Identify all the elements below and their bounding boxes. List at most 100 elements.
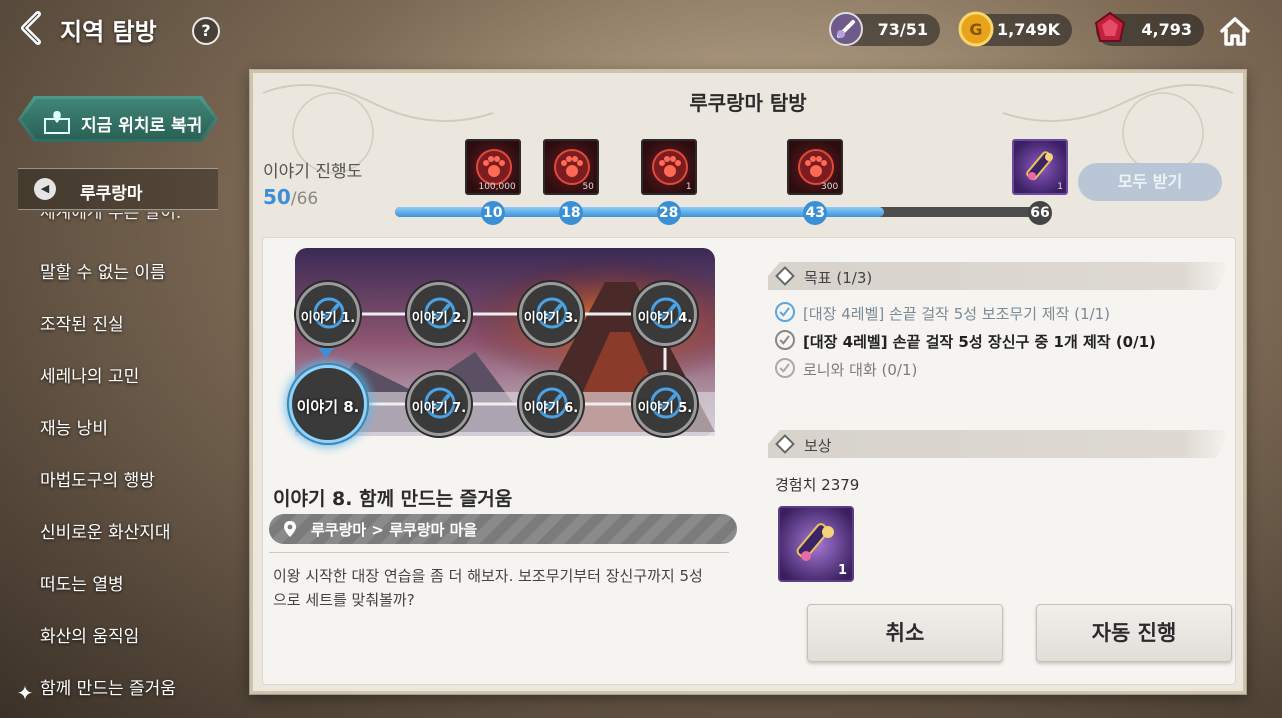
milestone-reward-box[interactable]: 100,000 [464, 139, 521, 195]
gold-coin-icon: G [958, 11, 994, 47]
objective-text: [대장 4레벨] 손끝 걸작 5성 장신구 중 1개 제작 (0/1) [803, 333, 1156, 351]
milestone-reward-box[interactable]: 50 [542, 139, 599, 195]
divider [269, 552, 729, 553]
milestone-marker: 43 [803, 201, 828, 225]
story-node[interactable]: 이야기 2. [407, 282, 471, 346]
objectives-header: 목표 (1/3) [768, 262, 1230, 290]
back-arrow-icon[interactable] [16, 10, 50, 46]
chapter-item[interactable]: 세레나의 고민 [40, 362, 139, 387]
chapter-item[interactable]: 세계에게 부른 말이. [40, 212, 181, 223]
milestone-reward-qty: 300 [821, 182, 839, 192]
rewards-header: 보상 [768, 430, 1230, 458]
svg-text:G: G [969, 20, 982, 39]
story-node[interactable]: 이야기 7. [407, 372, 471, 436]
current-node-arrow-icon [318, 348, 334, 358]
chapter-item[interactable]: 떠도는 열병 [40, 570, 124, 595]
region-back-icon[interactable]: ◀ [34, 178, 56, 200]
gem-value: 4,793 [1141, 20, 1192, 39]
paw-emblem-icon [475, 149, 512, 185]
paw-emblem-icon [798, 149, 835, 185]
chapter-item[interactable]: 화산의 움직임 [40, 622, 139, 647]
location-pin-icon [284, 521, 296, 537]
auto-progress-button[interactable]: 자동 진행 [1036, 604, 1232, 662]
return-to-location-button[interactable]: 지금 위치로 복귀 [18, 96, 218, 142]
reward-item-slot[interactable]: 1 [778, 506, 854, 582]
location-text: 루쿠랑마 > 루쿠랑마 마을 [311, 521, 478, 539]
panel-title: 루쿠랑마 탐방 [689, 91, 807, 115]
check-circle-icon [775, 358, 795, 378]
exp-reward-text: 경험치 2379 [775, 476, 860, 494]
chapter-item[interactable]: 조작된 진실 [40, 310, 124, 335]
story-node-label: 이야기 2. [411, 311, 467, 326]
story-node-label: 이야기 5. [637, 401, 693, 416]
gold-counter[interactable]: G 1,749K [958, 11, 1072, 47]
story-node-current[interactable]: 이야기 8. [289, 365, 367, 443]
objective-text: 로니와 대화 (0/1) [803, 361, 918, 379]
home-icon[interactable] [1218, 14, 1252, 48]
objectives-header-label: 목표 (1/3) [804, 269, 873, 287]
location-bar: 루쿠랑마 > 루쿠랑마 마을 [269, 514, 737, 544]
milestone-reward-box[interactable]: 1 [640, 139, 697, 195]
progress-current: 50 [263, 185, 291, 209]
story-node-label: 이야기 4. [637, 311, 693, 326]
objective-text: [대장 4레벨] 손끝 걸작 5성 보조무기 제작 (1/1) [803, 305, 1111, 323]
story-node[interactable]: 이야기 3. [519, 282, 583, 346]
return-button-label: 지금 위치로 복귀 [81, 116, 203, 136]
story-node[interactable]: 이야기 6. [519, 372, 583, 436]
milestone-reward-box[interactable]: 1 [1012, 139, 1068, 195]
milestone-reward-box[interactable]: 300 [787, 139, 844, 195]
region-header[interactable]: ◀ 루쿠랑마 [18, 168, 218, 210]
rewards-header-label: 보상 [804, 437, 832, 455]
question-badge-icon[interactable]: ? [192, 17, 220, 45]
story-node-label: 이야기 8. [296, 398, 360, 416]
story-node-label: 이야기 6. [523, 401, 579, 416]
milestone-reward-qty: 1 [685, 182, 692, 192]
check-icon [779, 363, 790, 373]
milestone-marker: 18 [558, 201, 583, 225]
check-circle-icon [775, 302, 795, 322]
gem-counter[interactable]: 4,793 [1094, 11, 1204, 46]
region-name: 루쿠랑마 [80, 184, 143, 204]
paw-emblem-icon [651, 149, 688, 185]
diamond-icon [775, 266, 795, 286]
check-icon [779, 335, 790, 345]
potion-icon [829, 12, 863, 46]
chapter-item-current[interactable]: 함께 만드는 즐거움 [40, 674, 176, 699]
check-circle-icon [775, 330, 795, 350]
gold-value: 1,749K [996, 20, 1060, 39]
milestone-marker: 28 [656, 201, 681, 225]
story-node[interactable]: 이야기 1. [296, 282, 360, 346]
story-title: 이야기 8. 함께 만드는 즐거움 [273, 488, 513, 510]
stamina-counter[interactable]: 73/51 [829, 12, 940, 46]
chapter-item[interactable]: 신비로운 화산지대 [40, 518, 171, 543]
chapter-item[interactable]: 말할 수 없는 이름 [40, 258, 166, 283]
return-button-face: 지금 위치로 복귀 [21, 99, 215, 139]
paw-emblem-icon [553, 149, 590, 185]
cancel-button[interactable]: 취소 [807, 604, 1003, 662]
diamond-icon [775, 434, 795, 454]
claim-all-button[interactable]: 모두 받기 [1078, 163, 1222, 201]
check-icon [779, 307, 790, 317]
progress-count: 50/66 [263, 185, 318, 209]
story-description: 이왕 시작한 대장 연습을 좀 더 해보자. 보조무기부터 장신구까지 5성으로… [273, 567, 703, 609]
story-node[interactable]: 이야기 5. [633, 372, 697, 436]
scroll-icon [796, 523, 834, 561]
milestone-reward-qty: 100,000 [478, 182, 516, 192]
map-pin-icon [44, 111, 70, 134]
progress-total: /66 [290, 189, 319, 209]
story-node-label: 이야기 1. [300, 311, 356, 326]
top-bar: 지역 탐방 ? 73/51 G 1,749K 4,793 [0, 0, 1282, 60]
red-gem-icon [1094, 11, 1126, 42]
progress-label: 이야기 진행도 [263, 162, 363, 182]
story-node[interactable]: 이야기 4. [633, 282, 697, 346]
milestone-reward-qty: 1 [1057, 182, 1063, 192]
chapter-item[interactable]: 재능 낭비 [40, 414, 108, 439]
story-node-label: 이야기 7. [411, 401, 467, 416]
reward-item-qty: 1 [837, 563, 847, 578]
chapter-item[interactable]: 마법도구의 행방 [40, 466, 155, 491]
screen-title: 지역 탐방 [60, 18, 157, 46]
milestone-reward-qty: 50 [582, 182, 594, 192]
exploration-panel: 루쿠랑마 탐방 이야기 진행도 50/66 100,000 50 1 300 1 10 1… [250, 70, 1246, 694]
milestone-marker: 10 [480, 201, 505, 225]
milestone-marker: 66 [1028, 201, 1052, 225]
